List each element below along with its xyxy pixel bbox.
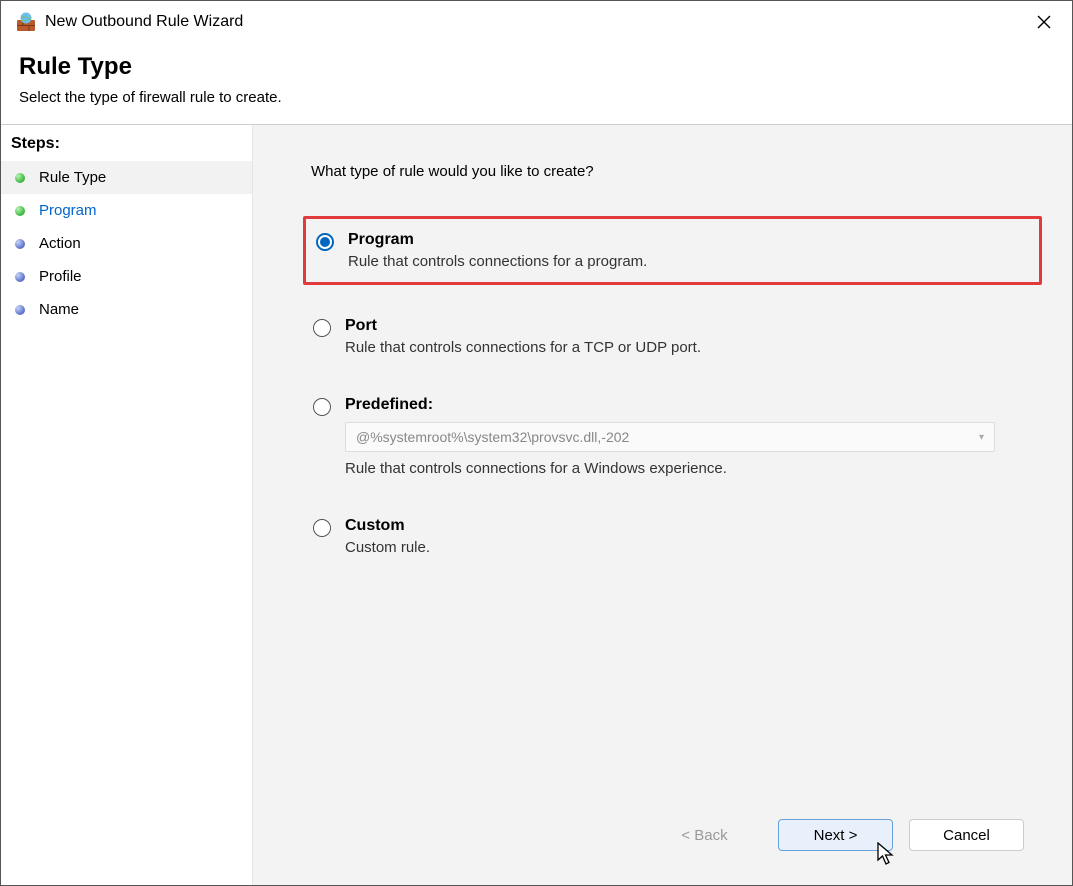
- option-program[interactable]: Program Rule that controls connections f…: [303, 216, 1042, 285]
- cancel-button[interactable]: Cancel: [909, 819, 1024, 851]
- sidebar: Steps: Rule Type Program Action Profile …: [1, 125, 253, 885]
- radio-predefined[interactable]: [313, 398, 331, 416]
- titlebar: New Outbound Rule Wizard: [1, 1, 1072, 43]
- option-title: Port: [345, 317, 1032, 335]
- back-button: < Back: [647, 819, 762, 851]
- radio-program[interactable]: [316, 233, 334, 251]
- page-title: Rule Type: [19, 53, 1054, 81]
- chevron-down-icon: ▾: [979, 432, 984, 443]
- bullet-icon: [15, 206, 25, 216]
- option-predefined[interactable]: Predefined: @%systemroot%\system32\provs…: [303, 388, 1042, 485]
- option-title: Custom: [345, 517, 1032, 535]
- option-body: Port Rule that controls connections for …: [345, 317, 1032, 356]
- close-icon: [1037, 15, 1051, 29]
- dropdown-value: @%systemroot%\system32\provsvc.dll,-202: [356, 429, 629, 445]
- bullet-icon: [15, 239, 25, 249]
- option-desc: Custom rule.: [345, 539, 1032, 556]
- option-port[interactable]: Port Rule that controls connections for …: [303, 309, 1042, 364]
- radio-custom[interactable]: [313, 519, 331, 537]
- main-panel: What type of rule would you like to crea…: [253, 125, 1072, 885]
- sidebar-item-profile[interactable]: Profile: [1, 260, 252, 293]
- option-title: Predefined:: [345, 396, 1032, 414]
- header: Rule Type Select the type of firewall ru…: [1, 43, 1072, 124]
- sidebar-item-name[interactable]: Name: [1, 293, 252, 326]
- wizard-window: New Outbound Rule Wizard Rule Type Selec…: [0, 0, 1073, 886]
- footer: < Back Next > Cancel: [303, 809, 1042, 871]
- options-group: Program Rule that controls connections f…: [303, 216, 1042, 564]
- predefined-dropdown[interactable]: @%systemroot%\system32\provsvc.dll,-202 …: [345, 422, 995, 452]
- bullet-icon: [15, 173, 25, 183]
- window-title: New Outbound Rule Wizard: [45, 13, 1024, 31]
- option-custom[interactable]: Custom Custom rule.: [303, 509, 1042, 564]
- sidebar-item-label: Program: [39, 202, 97, 219]
- bullet-icon: [15, 305, 25, 315]
- sidebar-item-label: Action: [39, 235, 81, 252]
- sidebar-item-action[interactable]: Action: [1, 227, 252, 260]
- radio-port[interactable]: [313, 319, 331, 337]
- firewall-icon: [15, 11, 37, 33]
- sidebar-item-label: Profile: [39, 268, 82, 285]
- sidebar-item-label: Rule Type: [39, 169, 106, 186]
- body: Steps: Rule Type Program Action Profile …: [1, 125, 1072, 885]
- steps-label: Steps:: [1, 125, 252, 161]
- page-subtitle: Select the type of firewall rule to crea…: [19, 89, 1054, 106]
- prompt-text: What type of rule would you like to crea…: [311, 163, 1042, 180]
- option-body: Custom Custom rule.: [345, 517, 1032, 556]
- option-body: Program Rule that controls connections f…: [348, 231, 1029, 270]
- option-body: Predefined: @%systemroot%\system32\provs…: [345, 396, 1032, 477]
- sidebar-item-label: Name: [39, 301, 79, 318]
- option-desc: Rule that controls connections for a Win…: [345, 460, 1032, 477]
- bullet-icon: [15, 272, 25, 282]
- option-desc: Rule that controls connections for a pro…: [348, 253, 1029, 270]
- option-title: Program: [348, 231, 1029, 249]
- next-button[interactable]: Next >: [778, 819, 893, 851]
- close-button[interactable]: [1024, 7, 1064, 37]
- option-desc: Rule that controls connections for a TCP…: [345, 339, 1032, 356]
- sidebar-item-rule-type[interactable]: Rule Type: [1, 161, 252, 194]
- sidebar-item-program[interactable]: Program: [1, 194, 252, 227]
